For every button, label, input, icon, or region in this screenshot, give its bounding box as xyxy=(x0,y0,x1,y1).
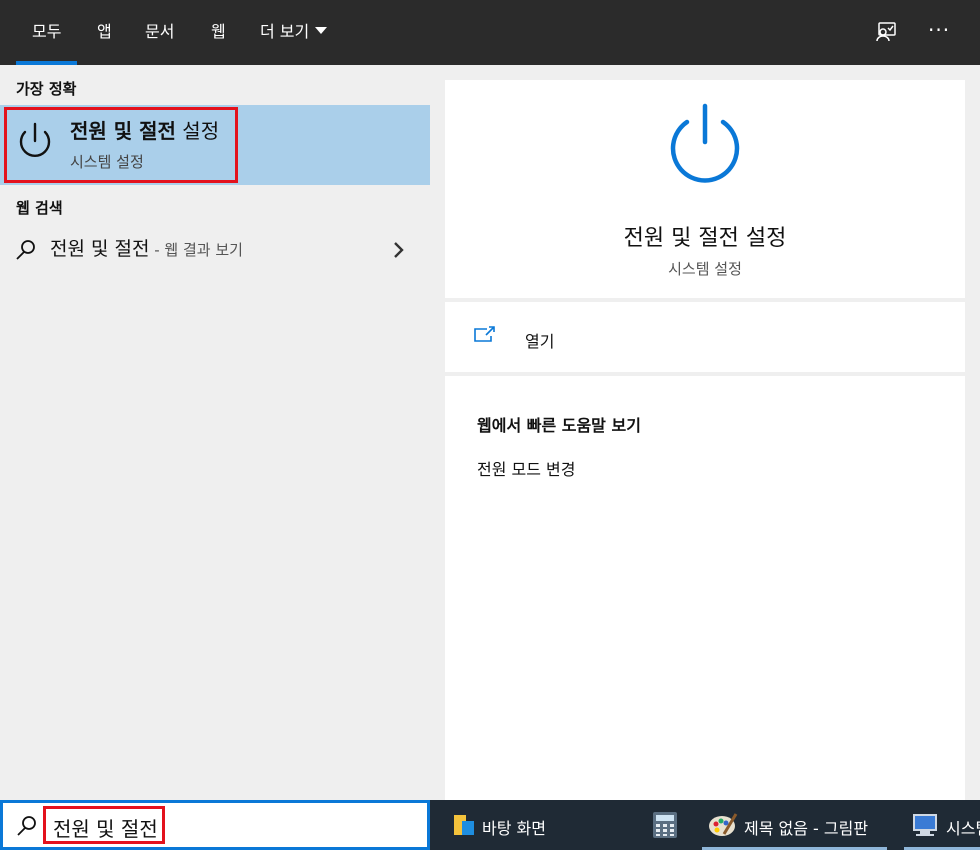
taskbar-calculator[interactable] xyxy=(642,800,692,850)
taskbar-system-label: 시스템 xyxy=(946,819,980,838)
tab-web-label: 웹 xyxy=(211,22,226,41)
web-search-suffix: - 웹 결과 보기 xyxy=(149,241,243,259)
open-icon xyxy=(473,325,497,349)
quick-help-card: 웹에서 빠른 도움말 보기 전원 모드 변경 xyxy=(445,376,965,800)
taskbar-desktop[interactable]: 바탕 화면 xyxy=(444,800,624,850)
web-search-heading: 웹 검색 xyxy=(16,199,63,217)
system-icon xyxy=(912,812,940,842)
tab-apps-label: 앱 xyxy=(97,22,112,41)
taskbar-system[interactable]: 시스템 xyxy=(904,800,980,850)
search-box-icon xyxy=(15,814,39,842)
best-match-item[interactable]: 전원 및 절전 설정 시스템 설정 xyxy=(0,105,430,185)
search-input[interactable]: 전원 및 절전 xyxy=(53,813,158,842)
tab-apps[interactable]: 앱 xyxy=(97,0,112,65)
taskbar-paint-label: 제목 없음 - 그림판 xyxy=(744,819,869,838)
search-filter-bar: 모두 앱 문서 웹 더 보기 ··· xyxy=(0,0,980,65)
details-title: 전원 및 절전 설정 xyxy=(623,226,787,251)
best-match-title-rest: 설정 xyxy=(175,119,220,143)
open-label: 열기 xyxy=(525,332,555,351)
tab-all[interactable]: 모두 xyxy=(15,0,79,65)
taskbar-desktop-label: 바탕 화면 xyxy=(482,819,546,838)
more-options-label: ··· xyxy=(928,18,951,42)
web-search-result[interactable]: 전원 및 절전 - 웹 결과 보기 xyxy=(0,232,430,268)
details-pane: 전원 및 절전 설정 시스템 설정 열기 웹에서 빠른 도움말 보기 전원 모드… xyxy=(430,65,980,800)
tab-more[interactable]: 더 보기 xyxy=(260,0,328,65)
quick-help-heading: 웹에서 빠른 도움말 보기 xyxy=(477,416,641,435)
results-list: 가장 정확 전원 및 절전 설정 시스템 설정 웹 검색 전원 및 절전 - 웹… xyxy=(0,65,430,800)
search-box[interactable]: 전원 및 절전 xyxy=(0,800,430,850)
best-match-title: 전원 및 절전 설정 xyxy=(70,115,219,144)
search-icon xyxy=(14,238,38,266)
tab-documents[interactable]: 문서 xyxy=(145,0,174,65)
tab-all-label: 모두 xyxy=(32,22,62,41)
chevron-right-icon[interactable] xyxy=(392,240,406,264)
folder-icon xyxy=(452,813,476,841)
details-header-card: 전원 및 절전 설정 시스템 설정 xyxy=(445,80,965,298)
best-match-heading: 가장 정확 xyxy=(16,80,77,98)
feedback-icon[interactable] xyxy=(874,20,898,48)
web-search-text: 전원 및 절전 - 웹 결과 보기 xyxy=(50,234,243,261)
best-match-title-bold: 전원 및 절전 xyxy=(70,119,176,143)
power-icon-large xyxy=(667,102,743,190)
paint-icon xyxy=(708,812,738,842)
tab-more-label: 더 보기 xyxy=(260,22,310,41)
more-options-icon[interactable]: ··· xyxy=(928,18,950,42)
help-link-power-mode[interactable]: 전원 모드 변경 xyxy=(477,456,576,480)
best-match-subtitle: 시스템 설정 xyxy=(70,153,144,171)
power-icon xyxy=(14,121,56,167)
calculator-icon xyxy=(652,811,678,843)
taskbar-paint[interactable]: 제목 없음 - 그림판 xyxy=(702,800,887,850)
details-subtitle: 시스템 설정 xyxy=(668,260,742,278)
web-search-query: 전원 및 절전 xyxy=(50,238,150,260)
taskbar: 바탕 화면 제목 없음 - 그림판 시스 xyxy=(430,800,980,850)
tab-documents-label: 문서 xyxy=(145,22,175,41)
tab-web[interactable]: 웹 xyxy=(211,0,226,65)
open-action[interactable]: 열기 xyxy=(445,302,965,372)
chevron-down-icon xyxy=(315,27,328,34)
